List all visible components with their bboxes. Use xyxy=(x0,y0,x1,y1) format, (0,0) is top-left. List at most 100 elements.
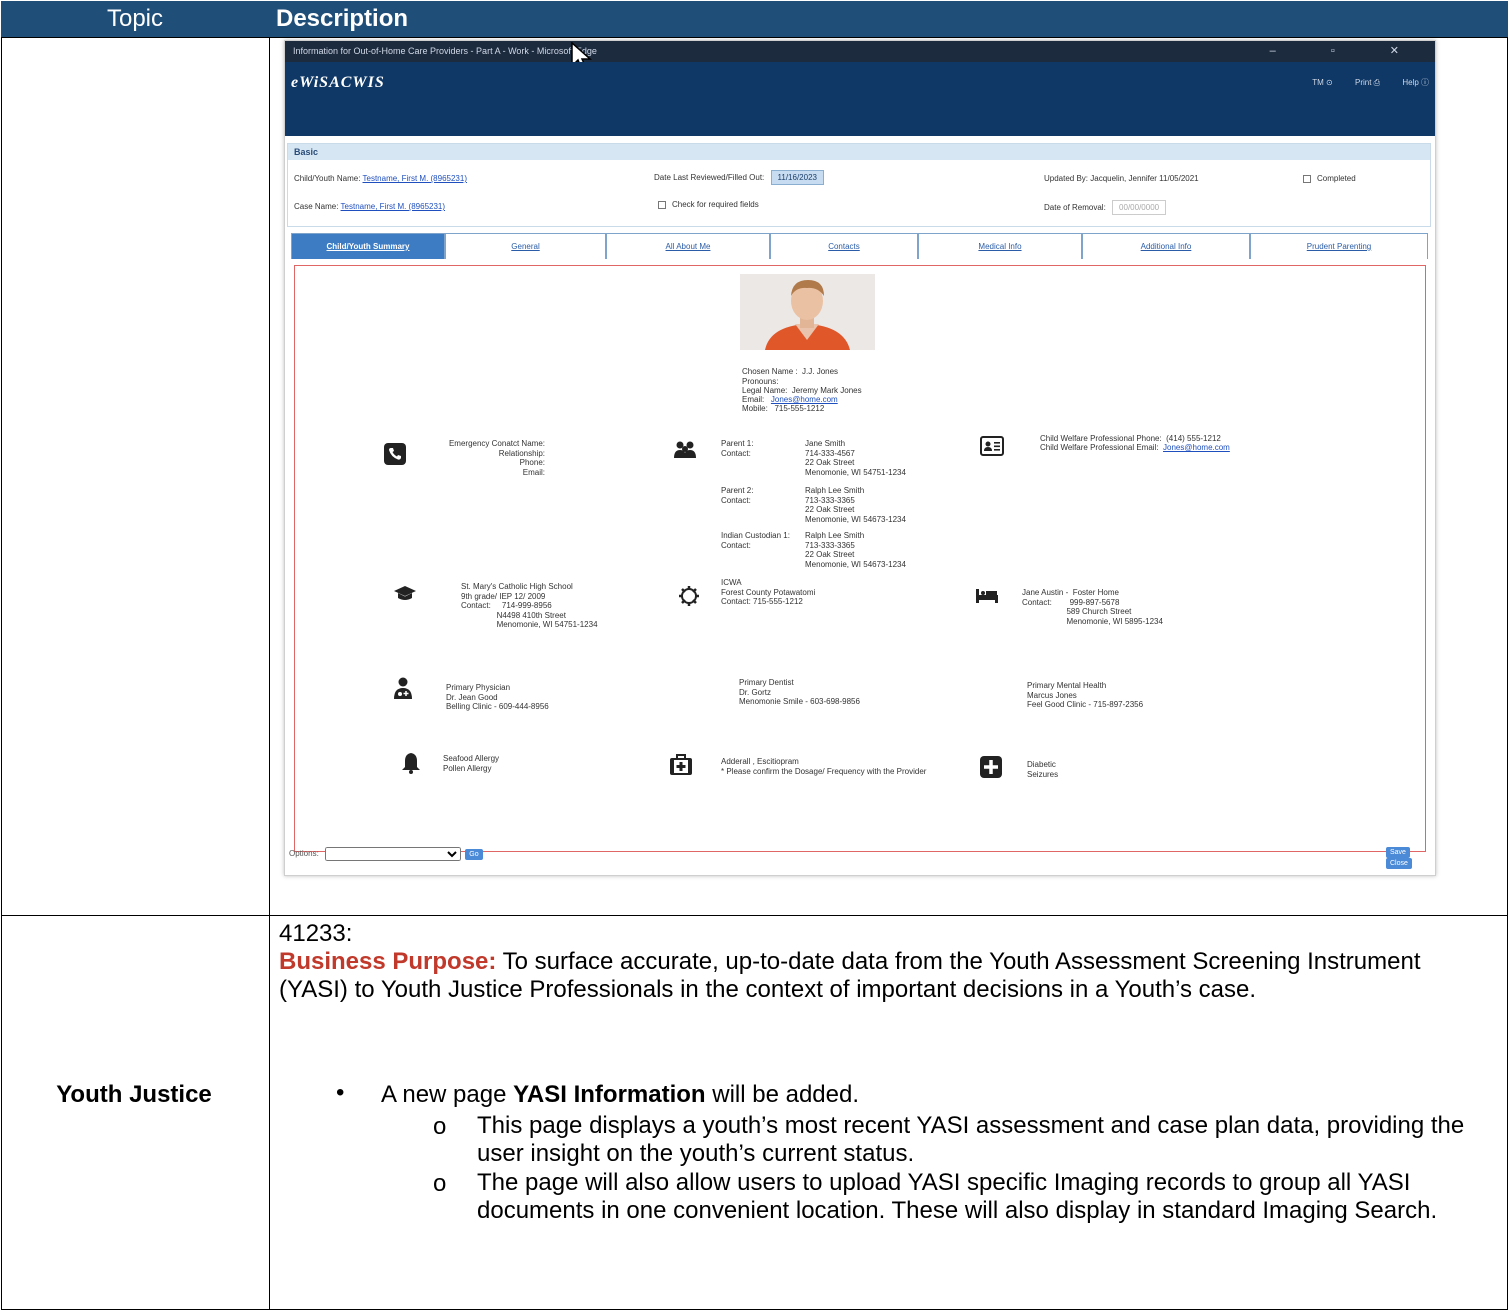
phone-icon xyxy=(384,443,406,465)
tab-all-about-me[interactable]: All About Me xyxy=(606,233,770,259)
window-title: Information for Out-of-Home Care Provide… xyxy=(293,46,597,56)
date-reviewed-input[interactable]: 11/16/2023 xyxy=(770,170,824,185)
tab-prudent-parenting[interactable]: Prudent Parenting xyxy=(1250,233,1428,259)
primary-dentist: Primary Dentist Dr. Gortz Menomonie Smil… xyxy=(739,678,860,706)
doctor-icon xyxy=(394,677,412,699)
parent1-labels: Parent 1: Contact: xyxy=(721,439,754,458)
date-removal-label: Date of Removal: xyxy=(1044,203,1106,212)
table-bottom-border xyxy=(1,1309,1508,1310)
date-reviewed-label: Date Last Reviewed/Filled Out: xyxy=(654,173,765,182)
tab-general[interactable]: General xyxy=(445,233,606,259)
completed-label: Completed xyxy=(1317,174,1356,183)
date-removal-input[interactable]: 00/00/0000 xyxy=(1112,200,1167,215)
conditions: Diabetic Seizures xyxy=(1027,760,1059,779)
table-left-border xyxy=(1,37,2,1310)
school-info: St. Mary's Catholic High School 9th grad… xyxy=(461,582,598,629)
row-divider xyxy=(1,37,1508,38)
sub-bullet-1: This page displays a youth’s most recent… xyxy=(477,1112,1465,1167)
profile-mobile: Mobile: 715-555-1212 xyxy=(742,404,825,413)
youth-justice-topic: Youth Justice xyxy=(56,1081,212,1108)
date-reviewed-field: Date Last Reviewed/Filled Out: 11/16/202… xyxy=(654,170,824,185)
sub-bullet-icon: o xyxy=(433,1170,447,1197)
youth-photo xyxy=(740,274,875,350)
completed-checkbox[interactable]: Completed xyxy=(1303,174,1356,183)
options-label: Options: xyxy=(289,849,319,859)
case-name-field: Case Name: Testname, First M. (8965231) xyxy=(294,202,445,211)
child-name-link[interactable]: Testname, First M. (8965231) xyxy=(363,174,467,183)
child-name-label: Child/Youth Name: xyxy=(294,174,361,183)
icwa-info: ICWA Forest County Potawatomi Contact: 7… xyxy=(721,578,816,606)
business-purpose-label: Business Purpose: xyxy=(279,948,497,975)
cwp-email: Child Welfare Professional Email: Jones@… xyxy=(1040,443,1230,453)
sub-bullet-icon: o xyxy=(433,1113,447,1140)
options-select[interactable] xyxy=(325,847,462,861)
case-name-link[interactable]: Testname, First M. (8965231) xyxy=(341,202,445,211)
help-label: Help xyxy=(1402,78,1419,87)
parent1-values: Jane Smith 714-333-4567 22 Oak Street Me… xyxy=(805,439,906,477)
date-removal-field: Date of Removal: 00/00/0000 xyxy=(1044,200,1167,215)
print-label: Print xyxy=(1355,78,1372,87)
updated-by: Updated By: Jacquelin, Jennifer 11/05/20… xyxy=(1044,174,1199,183)
placement-info: Jane Austin - Foster Home Contact: 999-8… xyxy=(1022,588,1163,626)
basic-section: Basic Child/Youth Name: Testname, First … xyxy=(287,143,1431,227)
close-button[interactable]: Close xyxy=(1386,858,1412,870)
print-link[interactable]: Print ⎙ xyxy=(1355,78,1380,87)
footer-buttons: Save Close xyxy=(1384,847,1435,870)
go-button[interactable]: Go xyxy=(465,848,483,860)
summary-content: Chosen Name : J.J. Jones Pronouns: Legal… xyxy=(294,265,1426,852)
check-required-checkbox[interactable]: Check for required fields xyxy=(658,200,759,209)
case-name-label: Case Name: xyxy=(294,202,339,211)
basic-title: Basic xyxy=(288,144,1430,160)
window-titlebar: Information for Out-of-Home Care Provide… xyxy=(285,41,1435,62)
header-links: TM ⊙ Print ⎙ Help ⓘ xyxy=(1292,77,1429,88)
gear-icon xyxy=(679,586,699,606)
bullet-pre: A new page xyxy=(381,1081,514,1108)
indian-custodian-labels: Indian Custodian 1: Contact: xyxy=(721,531,790,550)
parent2-labels: Parent 2: Contact: xyxy=(721,486,754,505)
allergies: Seafood Allergy Pollen Allergy xyxy=(443,754,500,773)
sub-bullet-2: The page will also allow users to upload… xyxy=(477,1169,1438,1224)
graduation-cap-icon xyxy=(394,586,416,600)
cwp-email-link[interactable]: Jones@home.com xyxy=(1163,443,1230,452)
tab-additional-info[interactable]: Additional Info xyxy=(1082,233,1250,259)
app-header: eWiSACWIS TM ⊙ Print ⎙ Help ⓘ xyxy=(285,62,1435,136)
family-icon xyxy=(674,441,696,458)
tab-contacts[interactable]: Contacts xyxy=(770,233,918,259)
bed-icon xyxy=(976,589,998,603)
primary-mental-health: Primary Mental Health Marcus Jones Feel … xyxy=(1027,681,1144,709)
topic-header: Topic xyxy=(106,5,164,32)
profile-email-link[interactable]: Jones@home.com xyxy=(771,395,838,404)
options-bar: Options: Go xyxy=(289,847,483,861)
business-purpose: Business Purpose: To surface accurate, u… xyxy=(279,948,1489,1004)
save-button[interactable]: Save xyxy=(1386,847,1410,858)
medications: Adderall , Escitiopram * Please confirm … xyxy=(721,757,927,776)
tab-medical-info[interactable]: Medical Info xyxy=(918,233,1082,259)
check-required-label: Check for required fields xyxy=(672,200,759,209)
youth-portrait-image xyxy=(740,274,875,350)
window-controls[interactable]: – ▫ ✕ xyxy=(1270,41,1425,62)
ewisacwis-screenshot: Information for Out-of-Home Care Provide… xyxy=(284,40,1436,876)
tm-link[interactable]: TM ⊙ xyxy=(1312,78,1333,87)
bullet-post: will be added. xyxy=(705,1081,860,1108)
profile-email-label: Email: xyxy=(742,395,765,404)
item-id: 41233: xyxy=(279,920,353,947)
bullet-dot-icon: • xyxy=(336,1079,345,1106)
tab-child-youth-summary[interactable]: Child/Youth Summary xyxy=(291,233,445,259)
table-header: Topic Description xyxy=(1,1,1508,37)
app-brand: eWiSACWIS xyxy=(291,74,385,91)
tm-label: TM xyxy=(1312,78,1324,87)
check-required-icon[interactable] xyxy=(658,200,666,209)
cwp-email-label: Child Welfare Professional Email: xyxy=(1040,443,1159,452)
emergency-contact-labels: Emergency Conatct Name: Relationship: Ph… xyxy=(448,439,545,477)
primary-physician: Primary Physician Dr. Jean Good Belling … xyxy=(446,683,549,711)
youth-justice-description: 41233: Business Purpose: To surface accu… xyxy=(279,920,1489,1004)
help-link[interactable]: Help ⓘ xyxy=(1402,78,1429,87)
id-card-icon xyxy=(980,436,1004,456)
description-header: Description xyxy=(276,5,409,32)
column-divider xyxy=(269,37,270,1310)
parent2-values: Ralph Lee Smith 713-333-3365 22 Oak Stre… xyxy=(805,486,906,524)
completed-check-icon[interactable] xyxy=(1303,174,1311,183)
row-divider xyxy=(1,915,1508,916)
table-right-border xyxy=(1507,37,1508,1310)
bullet-bold: YASI Information xyxy=(513,1081,706,1108)
